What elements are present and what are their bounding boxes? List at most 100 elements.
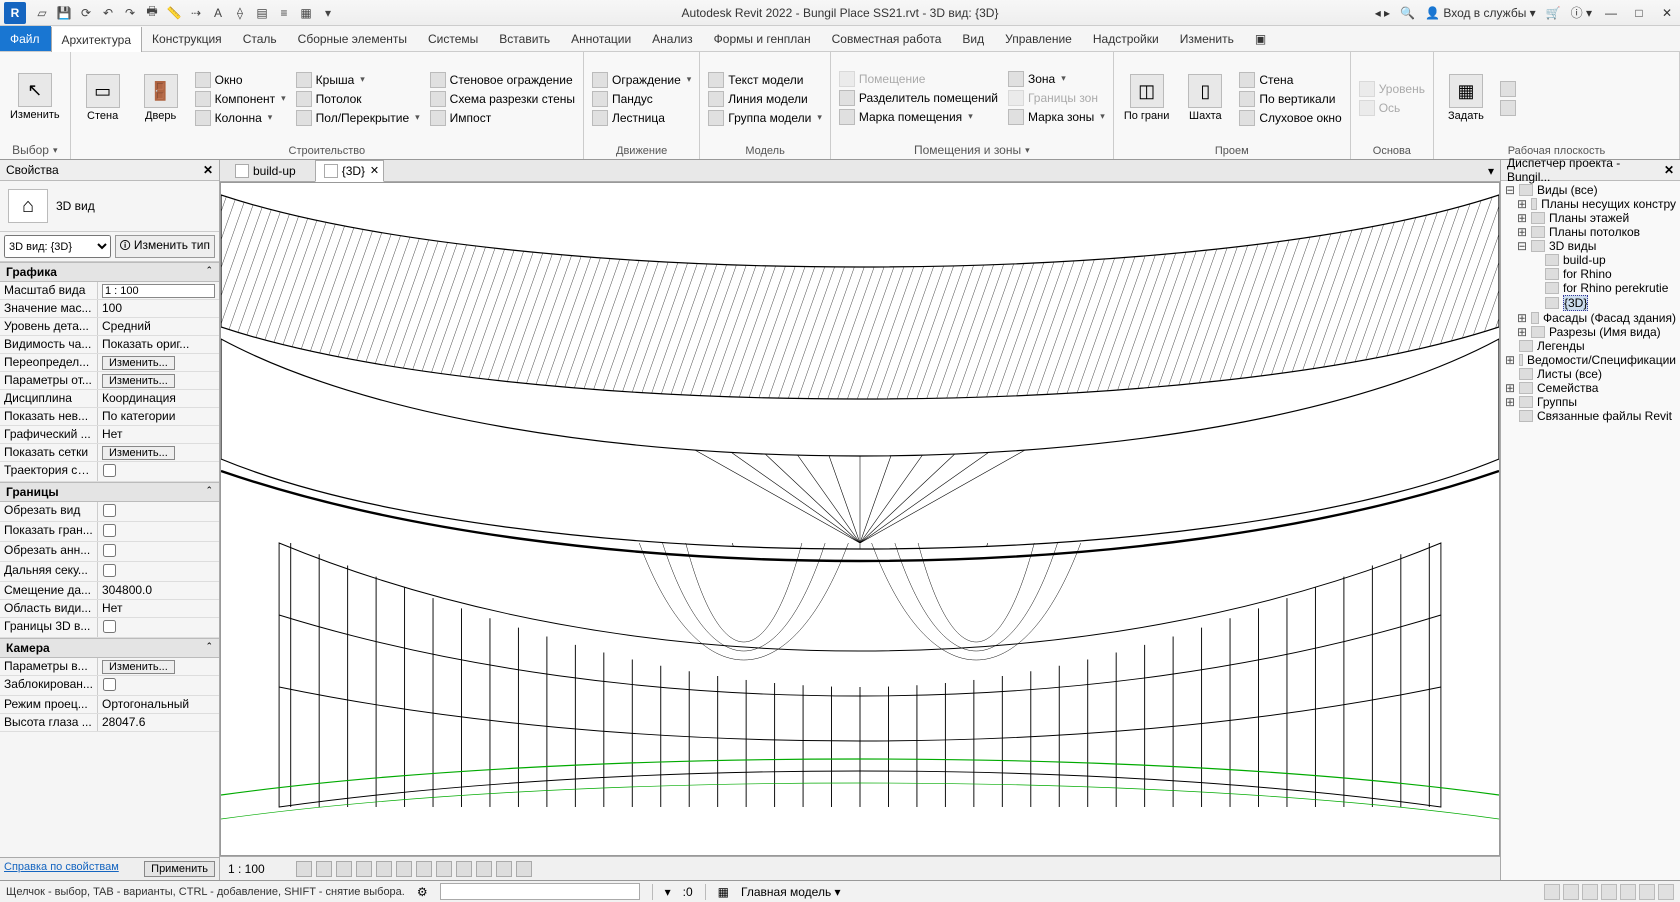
floor-button[interactable]: Пол/Перекрытие▾	[292, 109, 424, 127]
prop-checkbox[interactable]	[103, 544, 116, 557]
tab-precast[interactable]: Сборные элементы	[288, 26, 418, 51]
prop-group[interactable]: Границы⌃	[0, 482, 219, 502]
temp-hide-icon[interactable]	[456, 861, 472, 877]
shadows-icon[interactable]	[356, 861, 372, 877]
constraints-icon[interactable]	[516, 861, 532, 877]
main-model-dropdown[interactable]: Главная модель ▾	[741, 885, 841, 899]
tab-view[interactable]: Вид	[952, 26, 995, 51]
curtaingrid-button[interactable]: Схема разрезки стены	[426, 90, 579, 108]
modelline-button[interactable]: Линия модели	[704, 90, 826, 108]
analytical-icon[interactable]	[496, 861, 512, 877]
tree-node[interactable]: Связанные файлы Revit	[1503, 409, 1678, 423]
tree-node[interactable]: Листы (все)	[1503, 367, 1678, 381]
railing-button[interactable]: Ограждение▾	[588, 71, 695, 89]
wallopen-button[interactable]: Стена	[1235, 71, 1345, 89]
tab-collab[interactable]: Совместная работа	[822, 26, 953, 51]
render-icon[interactable]	[376, 861, 392, 877]
door-button[interactable]: 🚪Дверь	[133, 54, 189, 143]
qat-save-icon[interactable]: 💾	[54, 3, 74, 23]
cropshow-icon[interactable]	[416, 861, 432, 877]
twisty-icon[interactable]: ⊟	[1505, 183, 1515, 197]
cart-icon[interactable]: 🛒	[1546, 6, 1561, 20]
shaft-button[interactable]: ▯Шахта	[1177, 54, 1233, 143]
qat-print-icon[interactable]: 🖶	[142, 3, 162, 23]
twisty-icon[interactable]: ⊞	[1505, 353, 1515, 367]
area-button[interactable]: Зона▾	[1004, 70, 1109, 88]
prop-group[interactable]: Камера⌃	[0, 638, 219, 658]
window-button[interactable]: Окно	[191, 71, 290, 89]
tree-node[interactable]: for Rhino	[1503, 267, 1678, 281]
tree-node[interactable]: ⊞Фасады (Фасад здания)	[1503, 311, 1678, 325]
status-icon[interactable]: ⚙	[417, 885, 428, 899]
qat-section-icon[interactable]: ▤	[252, 3, 272, 23]
viewtabs-menu-icon[interactable]: ▾	[1488, 164, 1500, 178]
setwp-button[interactable]: ▦Задать	[1438, 54, 1494, 143]
drawing-canvas[interactable]	[220, 182, 1500, 856]
tree-node[interactable]: ⊞Планы этажей	[1503, 211, 1678, 225]
modelgroup-button[interactable]: Группа модели▾	[704, 109, 826, 127]
twisty-icon[interactable]: ⊞	[1517, 225, 1527, 239]
tree-node[interactable]: ⊞Семейства	[1503, 381, 1678, 395]
lock3d-icon[interactable]	[436, 861, 452, 877]
twisty-icon[interactable]: ⊞	[1517, 311, 1527, 325]
viewtab-3d[interactable]: {3D}✕	[315, 160, 384, 182]
instance-selector[interactable]: 3D вид: {3D}	[4, 235, 111, 258]
prop-checkbox[interactable]	[103, 504, 116, 517]
apply-button[interactable]: Применить	[144, 861, 215, 877]
prop-checkbox[interactable]	[103, 620, 116, 633]
showwp-button[interactable]	[1496, 80, 1520, 98]
twisty-icon[interactable]: ⊟	[1517, 239, 1527, 253]
byface-button[interactable]: ◫По грани	[1118, 54, 1176, 143]
tab-insert[interactable]: Вставить	[489, 26, 561, 51]
qat-undo-icon[interactable]: ↶	[98, 3, 118, 23]
tree-node[interactable]: build-up	[1503, 253, 1678, 267]
roomsep-button[interactable]: Разделитель помещений	[835, 89, 1002, 107]
prop-input[interactable]	[102, 284, 215, 298]
twisty-icon[interactable]: ⊞	[1517, 325, 1527, 339]
qat-switch-icon[interactable]: ▾	[318, 3, 338, 23]
browser-close-icon[interactable]: ✕	[1664, 163, 1674, 177]
detail-level-icon[interactable]	[296, 861, 312, 877]
qat-sync-icon[interactable]: ⟳	[76, 3, 96, 23]
tab-massing[interactable]: Формы и генплан	[704, 26, 822, 51]
component-button[interactable]: Компонент▾	[191, 90, 290, 108]
minimize-button[interactable]: —	[1602, 4, 1620, 22]
prop-checkbox[interactable]	[103, 564, 116, 577]
column-button[interactable]: Колонна▾	[191, 109, 290, 127]
close-button[interactable]: ✕	[1658, 4, 1676, 22]
tab-structure[interactable]: Конструкция	[142, 26, 233, 51]
roomtag-button[interactable]: Марка помещения▾	[835, 108, 1002, 126]
reveal-icon[interactable]	[476, 861, 492, 877]
areatag-button[interactable]: Марка зоны▾	[1004, 108, 1109, 126]
prop-edit-button[interactable]: Изменить...	[102, 660, 175, 674]
qat-redo-icon[interactable]: ↷	[120, 3, 140, 23]
mullion-button[interactable]: Импост	[426, 109, 579, 127]
tree-node[interactable]: ⊞Группы	[1503, 395, 1678, 409]
prop-edit-button[interactable]: Изменить...	[102, 356, 175, 370]
tree-node[interactable]: for Rhino perekrutie	[1503, 281, 1678, 295]
twisty-icon[interactable]: ⊞	[1505, 381, 1515, 395]
property-grid[interactable]: Графика⌃Масштаб видаЗначение мас...100Ур…	[0, 262, 219, 857]
view-scale[interactable]: 1 : 100	[228, 862, 288, 876]
twisty-icon[interactable]: ⊞	[1517, 211, 1527, 225]
tab-architecture[interactable]: Архитектура	[51, 27, 143, 52]
tree-node[interactable]: ⊞Разрезы (Имя вида)	[1503, 325, 1678, 339]
tree-node[interactable]: ⊟3D виды	[1503, 239, 1678, 253]
qat-open-icon[interactable]: ▱	[32, 3, 52, 23]
twisty-icon[interactable]: ⊞	[1505, 395, 1515, 409]
tab-file[interactable]: Файл	[0, 26, 51, 51]
sb-icon-3[interactable]	[1582, 884, 1598, 900]
tab-analyze[interactable]: Анализ	[642, 26, 704, 51]
ceiling-button[interactable]: Потолок	[292, 90, 424, 108]
dormer-button[interactable]: Слуховое окно	[1235, 109, 1345, 127]
sb-icon-2[interactable]	[1563, 884, 1579, 900]
help-menu[interactable]: ⓘ ▾	[1571, 4, 1592, 21]
qat-3d-icon[interactable]: ⟠	[230, 3, 250, 23]
workset-icon[interactable]: ▦	[718, 885, 729, 899]
viewtab-close-icon[interactable]: ✕	[370, 164, 379, 177]
visual-style-icon[interactable]	[316, 861, 332, 877]
tab-addins[interactable]: Надстройки	[1083, 26, 1170, 51]
curtainwall-button[interactable]: Стеновое ограждение	[426, 71, 579, 89]
properties-close-icon[interactable]: ✕	[203, 163, 213, 177]
maximize-button[interactable]: □	[1630, 4, 1648, 22]
